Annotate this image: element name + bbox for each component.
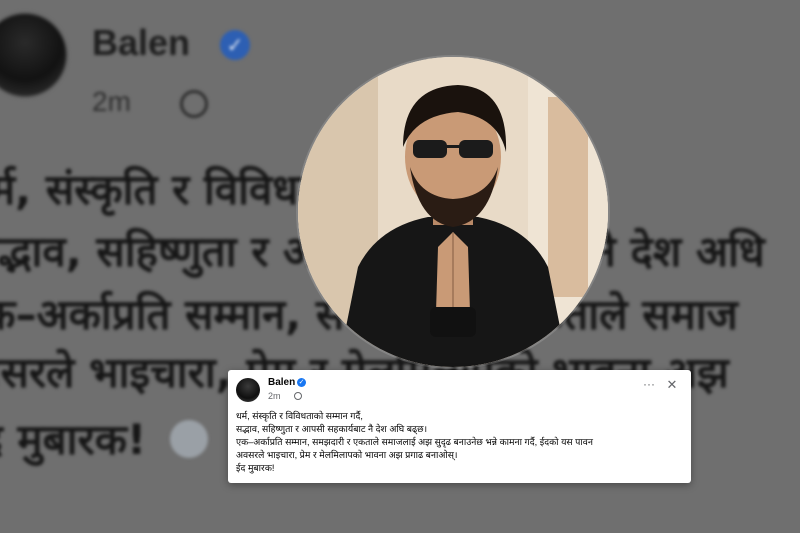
background-reaction-icon bbox=[170, 420, 208, 458]
post-text-line: धर्म, संस्कृति र विविधताको सम्मान गर्दै, bbox=[236, 411, 363, 421]
avatar[interactable] bbox=[236, 378, 260, 402]
post-text-line: सद्भाव, सहिष्णुता र आपसी सहकार्यबाट नै द… bbox=[236, 424, 428, 434]
post-time[interactable]: 2m bbox=[268, 391, 281, 401]
post-text-line: ईद मुबारक! bbox=[236, 463, 275, 473]
background-post-time: 2m bbox=[92, 86, 131, 117]
post-card: Balen ✓ 2m ··· ✕ धर्म, संस्कृति र विविधत… bbox=[228, 370, 691, 483]
background-globe-icon bbox=[180, 90, 208, 118]
globe-icon bbox=[294, 392, 302, 400]
post-author-name[interactable]: Balen bbox=[268, 377, 295, 388]
close-icon[interactable]: ✕ bbox=[664, 377, 680, 393]
profile-photo bbox=[298, 57, 608, 367]
more-options-icon[interactable]: ··· bbox=[641, 377, 657, 393]
post-text: धर्म, संस्कृति र विविधताको सम्मान गर्दै,… bbox=[236, 410, 686, 475]
post-text-line: अवसरले भाइचारा, प्रेम र मेलमिलापको भावना… bbox=[236, 450, 458, 460]
person-photo-illustration bbox=[298, 57, 608, 367]
background-text-line: ईद मुबारक! bbox=[0, 415, 147, 464]
background-verified-badge-icon: ✓ bbox=[220, 30, 250, 60]
background-avatar bbox=[0, 12, 68, 98]
background-author-name: Balen bbox=[92, 22, 191, 63]
verified-badge-icon: ✓ bbox=[297, 378, 306, 387]
post-text-line: एक–अर्काप्रति सम्मान, समझदारी र एकताले स… bbox=[236, 437, 593, 447]
